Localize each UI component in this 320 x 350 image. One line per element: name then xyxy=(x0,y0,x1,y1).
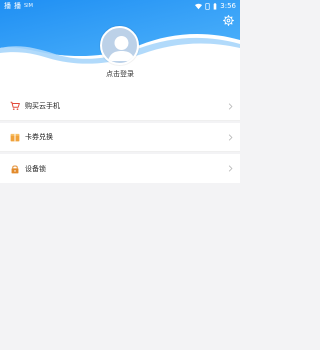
menu-item-buy-cloud-phone[interactable]: 购买云手机 xyxy=(0,92,240,121)
status-bar: 播 播 SIM 3:56 xyxy=(0,0,240,12)
login-prompt[interactable]: 点击登录 xyxy=(0,69,240,79)
battery-icon xyxy=(213,2,217,10)
wifi-icon xyxy=(195,3,203,9)
avatar[interactable] xyxy=(100,26,139,65)
status-app-text-1: 播 xyxy=(4,2,11,10)
menu-item-label: 设备锁 xyxy=(25,164,46,173)
status-sim-text: SIM xyxy=(24,3,33,9)
status-app-text-2: 播 xyxy=(14,2,21,10)
chevron-right-icon xyxy=(228,165,233,172)
menu-item-label: 卡券兑换 xyxy=(25,133,53,141)
menu-item-label: 购买云手机 xyxy=(25,102,60,110)
cart-icon xyxy=(10,101,20,110)
profile-header: 播 播 SIM 3:56 点击登录 xyxy=(0,0,240,92)
status-left: 播 播 SIM xyxy=(4,0,33,12)
chevron-right-icon xyxy=(228,102,233,110)
chevron-right-icon xyxy=(228,133,233,141)
menu-item-device-lock[interactable]: 设备锁 xyxy=(0,154,240,183)
gear-icon[interactable] xyxy=(223,15,234,26)
profile-screen: 播 播 SIM 3:56 点击登录 购买云手机 卡券兑换 设备锁 xyxy=(0,0,240,350)
lock-icon xyxy=(11,164,19,173)
menu-item-card-redeem[interactable]: 卡券兑换 xyxy=(0,123,240,152)
menu-list: 购买云手机 卡券兑换 设备锁 xyxy=(0,92,240,183)
status-time: 3:56 xyxy=(220,2,236,10)
gift-card-icon xyxy=(10,133,20,142)
status-right: 3:56 xyxy=(195,0,236,12)
sim-card-icon xyxy=(205,2,210,10)
